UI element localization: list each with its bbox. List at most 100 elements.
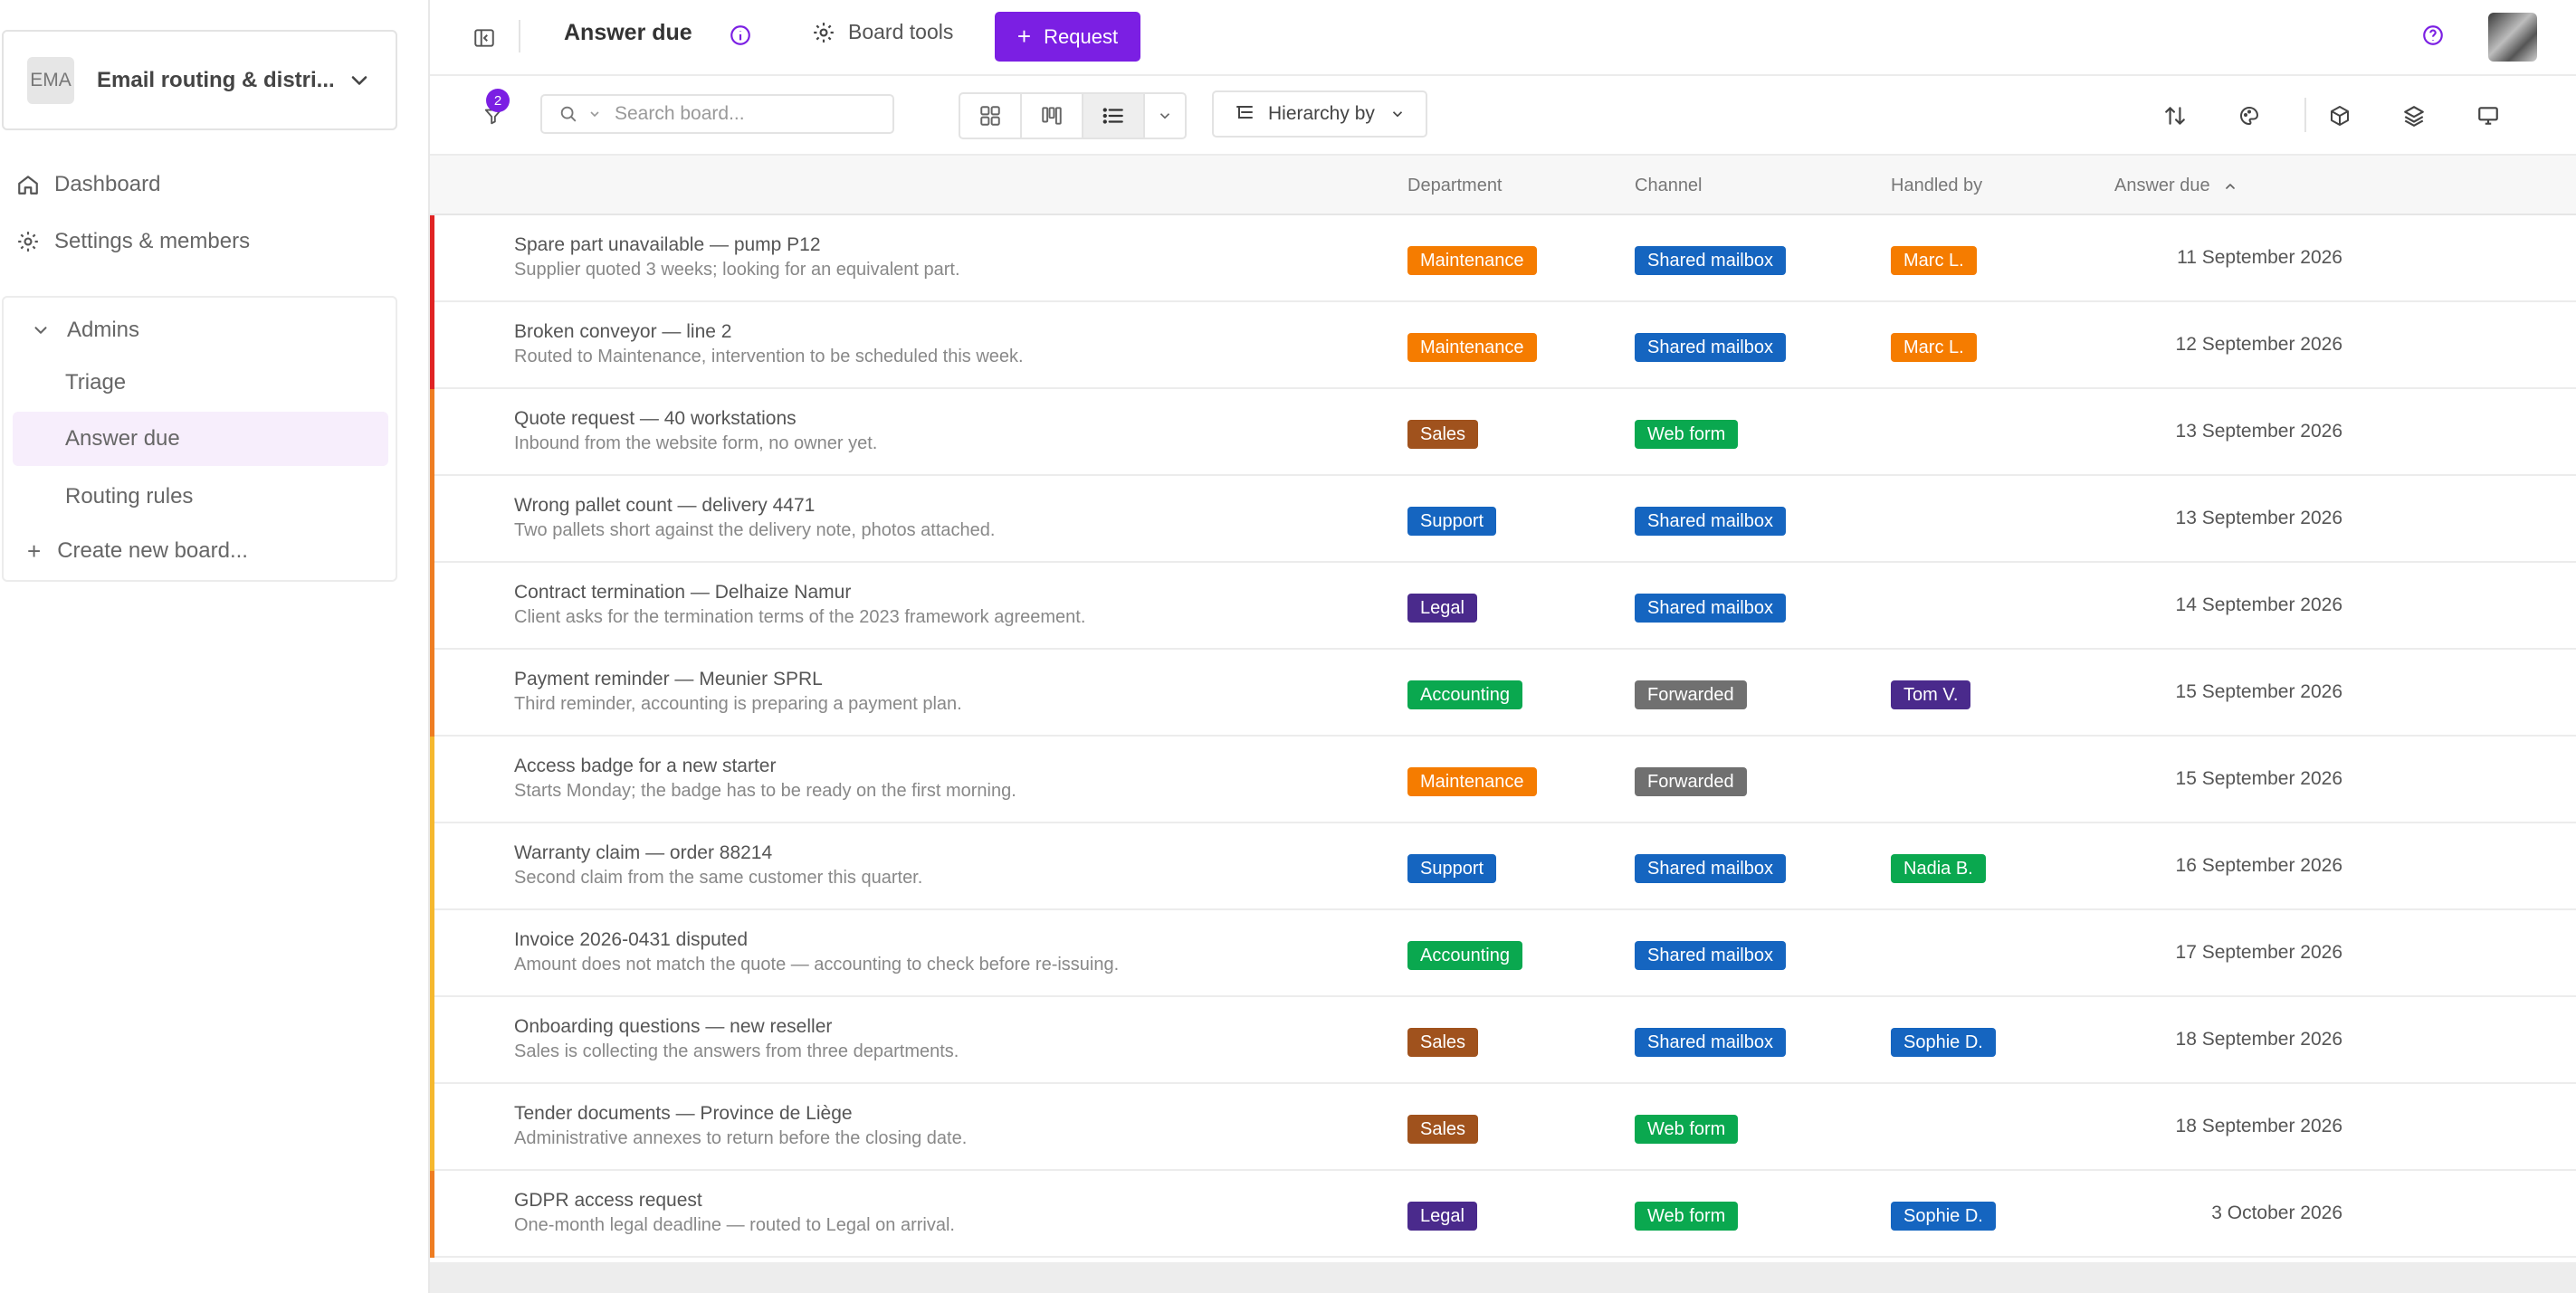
view-list-button[interactable] bbox=[1083, 94, 1145, 138]
column-answer-due[interactable]: Answer due bbox=[2114, 176, 2237, 196]
color-button[interactable] bbox=[2233, 100, 2266, 132]
row-subtitle: Administrative annexes to return before … bbox=[514, 1128, 968, 1148]
table-row[interactable]: Spare part unavailable — pump P12 Supplie… bbox=[430, 215, 2576, 302]
table-row[interactable]: Onboarding questions — new reseller Sales… bbox=[430, 997, 2576, 1084]
board-tools-button[interactable]: Board tools bbox=[812, 20, 953, 44]
board-info-button[interactable] bbox=[729, 24, 752, 52]
answer-due-date: 13 September 2026 bbox=[2175, 508, 2342, 528]
package-button[interactable] bbox=[2323, 100, 2356, 132]
sidebar-link-settings[interactable]: Settings & members bbox=[16, 222, 250, 261]
row-title: Invoice 2026-0431 disputed bbox=[514, 929, 749, 950]
divider bbox=[2304, 98, 2306, 132]
table-row[interactable]: Quote request — 40 workstations Inbound f… bbox=[430, 389, 2576, 476]
row-subtitle: Inbound from the website form, no owner … bbox=[514, 433, 878, 453]
table-row[interactable]: Access badge for a new starter Starts Mon… bbox=[430, 737, 2576, 823]
priority-indicator bbox=[430, 476, 434, 563]
priority-indicator bbox=[430, 215, 434, 302]
column-department[interactable]: Department bbox=[1407, 176, 1503, 196]
table-body: Spare part unavailable — pump P12 Supplie… bbox=[430, 215, 2576, 1258]
channel-tag: Shared mailbox bbox=[1635, 941, 1786, 970]
chevron-down-icon[interactable] bbox=[587, 107, 602, 121]
priority-indicator bbox=[430, 1084, 434, 1171]
board-tools-label: Board tools bbox=[848, 20, 954, 43]
channel-tag: Web form bbox=[1635, 1202, 1739, 1231]
toggle-sidebar-button[interactable] bbox=[468, 22, 501, 54]
info-icon bbox=[730, 25, 750, 45]
board-group-toggle[interactable]: Admins bbox=[31, 310, 139, 350]
row-subtitle: One-month legal deadline — routed to Leg… bbox=[514, 1215, 955, 1235]
priority-indicator bbox=[430, 1171, 434, 1258]
search-box bbox=[540, 94, 894, 134]
view-options-dropdown[interactable] bbox=[1145, 94, 1185, 138]
priority-indicator bbox=[430, 650, 434, 737]
row-subtitle: Sales is collecting the answers from thr… bbox=[514, 1041, 959, 1061]
hierarchy-icon bbox=[1236, 106, 1253, 119]
sort-button[interactable] bbox=[2159, 100, 2191, 132]
help-icon bbox=[2423, 25, 2443, 45]
grid-view-icon bbox=[980, 106, 1000, 126]
search-icon bbox=[560, 106, 577, 122]
workspace-switcher[interactable]: EMA Email routing & distri... bbox=[2, 30, 397, 130]
table-row[interactable]: GDPR access request One-month legal deadl… bbox=[430, 1171, 2576, 1258]
row-title: GDPR access request bbox=[514, 1190, 702, 1211]
row-subtitle: Routed to Maintenance, intervention to b… bbox=[514, 347, 1024, 366]
column-handled-by[interactable]: Handled by bbox=[1891, 176, 1982, 196]
row-title: Contract termination — Delhaize Namur bbox=[514, 582, 852, 603]
sidebar: EMA Email routing & distri... Dashboard … bbox=[0, 0, 430, 1293]
channel-tag: Shared mailbox bbox=[1635, 507, 1786, 536]
plus-icon: + bbox=[27, 537, 42, 565]
row-title: Tender documents — Province de Liège bbox=[514, 1103, 853, 1124]
department-tag: Accounting bbox=[1407, 941, 1522, 970]
sidebar-board-routing-rules[interactable]: Routing rules bbox=[13, 470, 388, 524]
chevron-down-icon bbox=[34, 327, 47, 334]
row-title: Spare part unavailable — pump P12 bbox=[514, 234, 821, 255]
handler-tag: Marc L. bbox=[1891, 333, 1977, 362]
table-row[interactable]: Broken conveyor — line 2 Routed to Mainte… bbox=[430, 302, 2576, 389]
sidebar-toggle-icon bbox=[474, 29, 494, 47]
home-icon bbox=[18, 176, 38, 195]
layers-button[interactable] bbox=[2398, 100, 2430, 132]
display-button[interactable] bbox=[2472, 100, 2504, 132]
table-row[interactable]: Wrong pallet count — delivery 4471 Two pa… bbox=[430, 476, 2576, 563]
board-group: Admins Triage Answer due Routing rules +… bbox=[2, 296, 397, 582]
view-grid-button[interactable] bbox=[960, 94, 1022, 138]
priority-indicator bbox=[430, 997, 434, 1084]
table-row[interactable]: Warranty claim — order 88214 Second claim… bbox=[430, 823, 2576, 910]
department-tag: Sales bbox=[1407, 1115, 1479, 1144]
department-tag: Support bbox=[1407, 854, 1497, 883]
kanban-view-icon bbox=[1042, 107, 1062, 125]
table-row[interactable]: Tender documents — Province de Liège Admi… bbox=[430, 1084, 2576, 1171]
channel-tag: Forwarded bbox=[1635, 680, 1747, 709]
row-title: Access badge for a new starter bbox=[514, 756, 777, 776]
sidebar-board-triage[interactable]: Triage bbox=[13, 356, 388, 410]
column-answer-due-label: Answer due bbox=[2114, 176, 2210, 195]
request-button[interactable]: + Request bbox=[995, 12, 1140, 62]
user-avatar[interactable] bbox=[2488, 13, 2537, 62]
table-row[interactable]: Payment reminder — Meunier SPRL Third rem… bbox=[430, 650, 2576, 737]
sidebar-board-answer-due[interactable]: Answer due bbox=[13, 412, 388, 466]
sidebar-link-dashboard[interactable]: Dashboard bbox=[16, 165, 160, 204]
search-input[interactable] bbox=[615, 103, 850, 125]
priority-indicator bbox=[430, 737, 434, 823]
department-tag: Maintenance bbox=[1407, 767, 1537, 796]
answer-due-date: 17 September 2026 bbox=[2175, 942, 2342, 963]
view-kanban-button[interactable] bbox=[1022, 94, 1083, 138]
help-button[interactable] bbox=[2421, 24, 2445, 52]
row-subtitle: Amount does not match the quote — accoun… bbox=[514, 955, 1120, 975]
answer-due-date: 16 September 2026 bbox=[2175, 855, 2342, 876]
priority-indicator bbox=[430, 823, 434, 910]
table-row[interactable]: Invoice 2026-0431 disputed Amount does no… bbox=[430, 910, 2576, 997]
table-row[interactable]: Contract termination — Delhaize Namur Cli… bbox=[430, 563, 2576, 650]
board-group-label: Admins bbox=[67, 318, 140, 342]
create-board-button[interactable]: + Create new board... bbox=[27, 531, 248, 571]
channel-tag: Shared mailbox bbox=[1635, 854, 1786, 883]
row-title: Onboarding questions — new reseller bbox=[514, 1016, 833, 1037]
hierarchy-by-dropdown[interactable]: Hierarchy by bbox=[1212, 90, 1427, 138]
row-title: Payment reminder — Meunier SPRL bbox=[514, 669, 823, 689]
app-window: EMA Email routing & distri... Dashboard … bbox=[0, 0, 2576, 1293]
channel-tag: Shared mailbox bbox=[1635, 333, 1786, 362]
channel-tag: Forwarded bbox=[1635, 767, 1747, 796]
chevron-down-icon bbox=[1159, 113, 1170, 119]
column-channel[interactable]: Channel bbox=[1635, 176, 1703, 196]
answer-due-date: 15 September 2026 bbox=[2175, 768, 2342, 789]
